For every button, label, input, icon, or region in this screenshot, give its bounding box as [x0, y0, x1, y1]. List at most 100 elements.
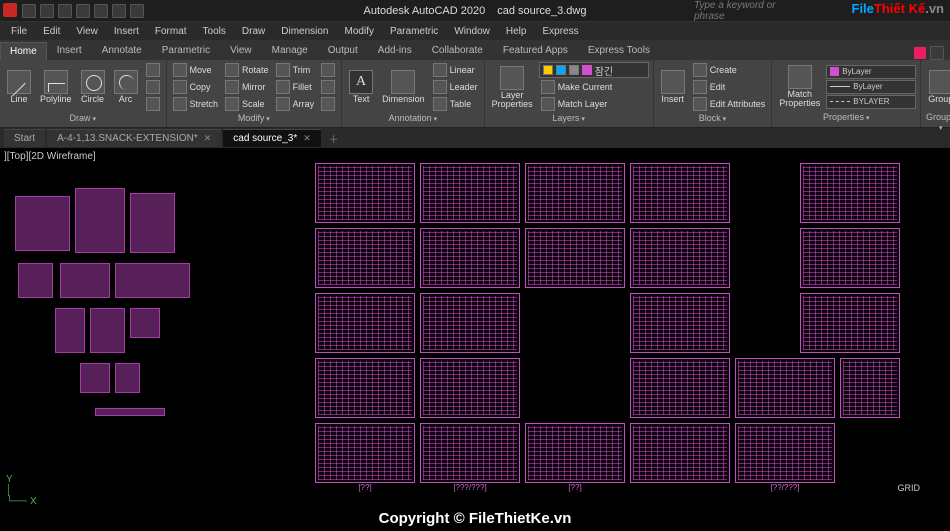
drawing-sheet[interactable]: [525, 228, 625, 288]
doc-tab-1[interactable]: A-4-1,13.SNACK-EXTENSION*✕: [47, 129, 221, 147]
menu-help[interactable]: Help: [499, 25, 534, 38]
tab-output[interactable]: Output: [318, 41, 368, 60]
menu-edit[interactable]: Edit: [36, 25, 67, 38]
line-button[interactable]: Line: [4, 68, 34, 106]
edit-block-button[interactable]: Edit: [691, 79, 768, 95]
menu-window[interactable]: Window: [447, 25, 497, 38]
drawing-sheet[interactable]: [800, 163, 900, 223]
edit-attr-button[interactable]: Edit Attributes: [691, 96, 768, 112]
modify-ext-2[interactable]: [319, 79, 337, 95]
linetype-selector[interactable]: BYLAYER: [826, 95, 916, 109]
create-block-button[interactable]: Create: [691, 62, 768, 78]
drawing-sheet[interactable]: [??/???]: [735, 423, 835, 483]
leader-button[interactable]: Leader: [431, 79, 480, 95]
panel-layers-title[interactable]: Layers: [489, 112, 649, 125]
tab-manage[interactable]: Manage: [262, 41, 318, 60]
drawing-sheet[interactable]: [??]: [525, 423, 625, 483]
app-icon[interactable]: [3, 3, 17, 17]
layer-selector[interactable]: 잠긴: [539, 62, 649, 78]
tab-parametric[interactable]: Parametric: [152, 41, 220, 60]
layer-properties-button[interactable]: Layer Properties: [489, 64, 536, 111]
drawing-block[interactable]: [115, 263, 190, 298]
menu-format[interactable]: Format: [148, 25, 194, 38]
tab-view[interactable]: View: [220, 41, 262, 60]
drawing-sheet[interactable]: [???/???]: [420, 423, 520, 483]
make-current-button[interactable]: Make Current: [539, 79, 649, 95]
fillet-button[interactable]: Fillet: [274, 79, 317, 95]
new-tab-button[interactable]: ＋: [323, 129, 345, 148]
array-button[interactable]: Array: [274, 96, 317, 112]
ribbon-tool-icon[interactable]: [930, 46, 944, 60]
panel-block-title[interactable]: Block: [658, 112, 768, 125]
circle-button[interactable]: Circle: [78, 68, 108, 106]
scale-button[interactable]: Scale: [223, 96, 271, 112]
drawing-sheet[interactable]: [630, 358, 730, 418]
drawing-sheet[interactable]: [800, 228, 900, 288]
color-swatch-icon[interactable]: [914, 47, 926, 59]
menu-parametric[interactable]: Parametric: [383, 25, 445, 38]
drawing-sheet[interactable]: [420, 293, 520, 353]
drawing-block[interactable]: [130, 193, 175, 253]
rotate-button[interactable]: Rotate: [223, 62, 271, 78]
table-button[interactable]: Table: [431, 96, 480, 112]
text-button[interactable]: Text: [346, 68, 376, 106]
drawing-sheet[interactable]: [420, 228, 520, 288]
drawing-block[interactable]: [95, 408, 165, 416]
extra-draw-3[interactable]: [144, 96, 162, 112]
doc-tab-start[interactable]: Start: [4, 129, 45, 147]
match-layer-button[interactable]: Match Layer: [539, 96, 649, 112]
tab-home[interactable]: Home: [0, 42, 47, 60]
menu-file[interactable]: File: [4, 25, 34, 38]
drawing-block[interactable]: [60, 263, 110, 298]
mirror-button[interactable]: Mirror: [223, 79, 271, 95]
tab-annotate[interactable]: Annotate: [92, 41, 152, 60]
drawing-sheet[interactable]: [525, 163, 625, 223]
panel-groups-title[interactable]: Groups: [925, 111, 950, 125]
panel-modify-title[interactable]: Modify: [171, 112, 338, 125]
menu-tools[interactable]: Tools: [196, 25, 233, 38]
menu-dimension[interactable]: Dimension: [274, 25, 335, 38]
drawing-sheet[interactable]: [420, 358, 520, 418]
tab-express[interactable]: Express Tools: [578, 41, 660, 60]
drawing-sheet[interactable]: [630, 293, 730, 353]
drawing-block[interactable]: [115, 363, 140, 393]
linear-button[interactable]: Linear: [431, 62, 480, 78]
trim-button[interactable]: Trim: [274, 62, 317, 78]
search-input[interactable]: Type a keyword or phrase: [690, 0, 800, 23]
drawing-sheet[interactable]: [420, 163, 520, 223]
drawing-sheet[interactable]: [735, 358, 835, 418]
qat-save-icon[interactable]: [58, 4, 72, 18]
menu-modify[interactable]: Modify: [338, 25, 381, 38]
drawing-block[interactable]: [55, 308, 85, 353]
menu-insert[interactable]: Insert: [107, 25, 146, 38]
drawing-sheet[interactable]: [800, 293, 900, 353]
qat-plot-icon[interactable]: [94, 4, 108, 18]
doc-tab-2[interactable]: cad source_3*✕: [223, 129, 320, 147]
drawing-block[interactable]: [90, 308, 125, 353]
polyline-button[interactable]: Polyline: [37, 68, 75, 106]
drawing-sheet[interactable]: [840, 358, 900, 418]
drawing-canvas[interactable]: ][Top][2D Wireframe] [??] [???/???] [??]…: [0, 148, 950, 531]
menu-draw[interactable]: Draw: [235, 25, 272, 38]
close-tab-icon[interactable]: ✕: [204, 133, 212, 144]
insert-block-button[interactable]: Insert: [658, 68, 688, 106]
panel-draw-title[interactable]: Draw: [4, 112, 162, 125]
drawing-sheet[interactable]: [630, 163, 730, 223]
drawing-block[interactable]: [80, 363, 110, 393]
drawing-block[interactable]: [130, 308, 160, 338]
drawing-sheet[interactable]: [315, 293, 415, 353]
match-properties-button[interactable]: Match Properties: [776, 63, 823, 110]
drawing-block[interactable]: [75, 188, 125, 253]
qat-new-icon[interactable]: [22, 4, 36, 18]
lineweight-selector[interactable]: ByLayer: [826, 80, 916, 94]
tab-featured[interactable]: Featured Apps: [493, 41, 578, 60]
tab-addins[interactable]: Add-ins: [368, 41, 422, 60]
modify-ext-1[interactable]: [319, 62, 337, 78]
group-button[interactable]: Group: [925, 68, 950, 106]
stretch-button[interactable]: Stretch: [171, 96, 221, 112]
panel-properties-title[interactable]: Properties: [776, 111, 916, 125]
dimension-button[interactable]: Dimension: [379, 68, 428, 106]
extra-draw-1[interactable]: [144, 62, 162, 78]
drawing-sheet[interactable]: [630, 423, 730, 483]
panel-annotation-title[interactable]: Annotation: [346, 112, 480, 125]
